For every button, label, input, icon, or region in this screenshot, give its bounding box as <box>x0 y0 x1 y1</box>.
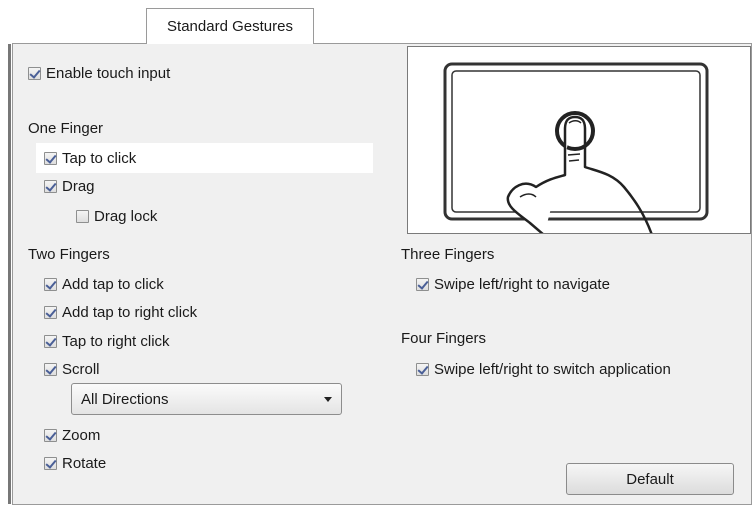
scroll-direction-dropdown[interactable]: All Directions <box>71 383 342 415</box>
gesture-preview <box>407 46 751 234</box>
drag-lock-option[interactable]: Drag lock <box>76 205 157 227</box>
rotate-label: Rotate <box>62 454 107 472</box>
window-edge <box>8 44 11 504</box>
scroll-checkbox[interactable] <box>44 362 57 376</box>
enable-touch-input-checkbox[interactable] <box>28 66 41 80</box>
drag-lock-checkbox[interactable] <box>76 209 89 223</box>
drag-label: Drag <box>62 177 95 195</box>
add-tap-to-right-click-option[interactable]: Add tap to right click <box>44 301 197 323</box>
swipe-navigate-label: Swipe left/right to navigate <box>434 275 610 293</box>
tap-to-right-click-label: Tap to right click <box>62 332 170 350</box>
zoom-label: Zoom <box>62 426 101 444</box>
scroll-label: Scroll <box>62 360 100 378</box>
tab-label: Standard Gestures <box>167 18 293 35</box>
drag-checkbox[interactable] <box>44 179 57 193</box>
swipe-navigate-option[interactable]: Swipe left/right to navigate <box>416 273 610 295</box>
tap-to-click-checkbox[interactable] <box>44 151 57 165</box>
enable-touch-input-label: Enable touch input <box>46 64 171 82</box>
zoom-option[interactable]: Zoom <box>44 424 100 446</box>
zoom-checkbox[interactable] <box>44 428 57 442</box>
chevron-down-icon <box>324 397 332 402</box>
add-tap-to-click-checkbox[interactable] <box>44 277 57 291</box>
swipe-switch-app-option[interactable]: Swipe left/right to switch application <box>416 358 671 380</box>
one-finger-heading: One Finger <box>28 120 104 137</box>
swipe-navigate-checkbox[interactable] <box>416 277 429 291</box>
drag-option[interactable]: Drag <box>44 175 95 197</box>
scroll-direction-value: All Directions <box>81 390 169 408</box>
touchpad-tap-gesture-icon <box>443 62 709 233</box>
drag-lock-label: Drag lock <box>94 207 158 225</box>
tap-to-right-click-checkbox[interactable] <box>44 334 57 348</box>
default-button[interactable]: Default <box>566 463 734 495</box>
default-button-label: Default <box>626 470 674 488</box>
add-tap-to-click-option[interactable]: Add tap to click <box>44 273 164 295</box>
add-tap-to-right-click-label: Add tap to right click <box>62 303 198 321</box>
add-tap-to-click-label: Add tap to click <box>62 275 164 293</box>
four-fingers-heading: Four Fingers <box>401 330 487 347</box>
rotate-option[interactable]: Rotate <box>44 452 106 474</box>
add-tap-to-right-click-checkbox[interactable] <box>44 305 57 319</box>
tab-standard-gestures[interactable]: Standard Gestures <box>146 8 314 44</box>
two-fingers-heading: Two Fingers <box>28 246 110 263</box>
swipe-switch-app-label: Swipe left/right to switch application <box>434 360 671 378</box>
tap-to-right-click-option[interactable]: Tap to right click <box>44 330 170 352</box>
three-fingers-heading: Three Fingers <box>401 246 495 263</box>
rotate-checkbox[interactable] <box>44 456 57 470</box>
tap-to-click-label: Tap to click <box>62 149 137 167</box>
scroll-option[interactable]: Scroll <box>44 358 100 380</box>
enable-touch-input-option[interactable]: Enable touch input <box>28 62 170 84</box>
swipe-switch-app-checkbox[interactable] <box>416 362 429 376</box>
tap-to-click-option[interactable]: Tap to click <box>44 147 136 169</box>
